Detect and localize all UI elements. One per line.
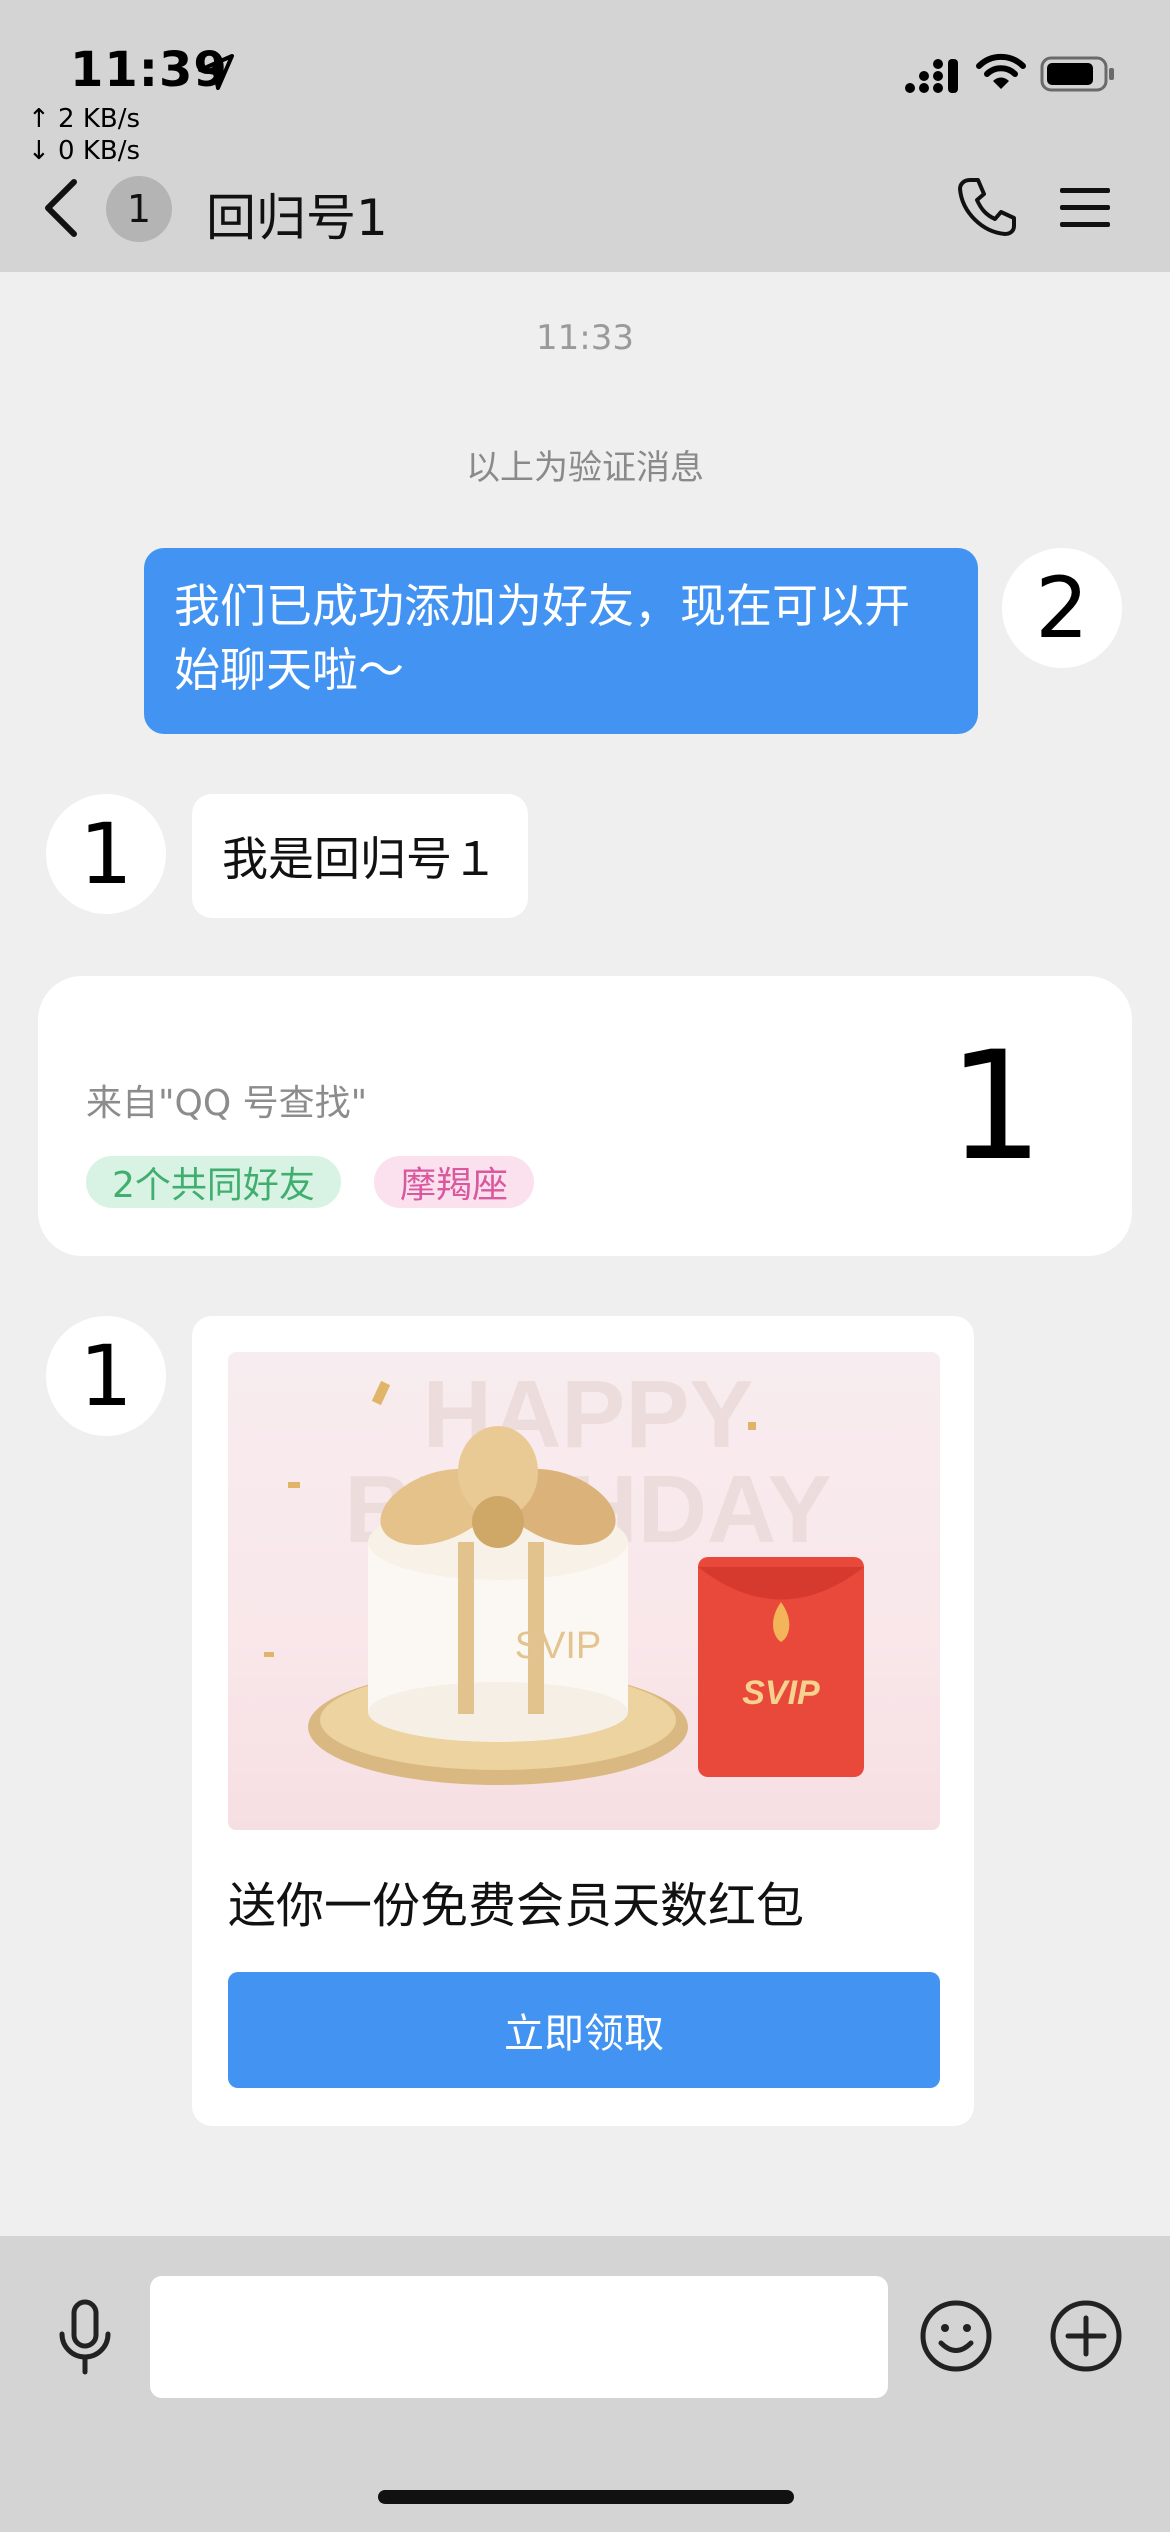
outgoing-message-bubble[interactable]: 我们已成功添加为好友，现在可以开始聊天啦～ xyxy=(144,548,978,734)
birthday-cake-image[interactable]: HAPPY BIRTHDAY SVIP xyxy=(228,1352,940,1830)
cake-illustration: HAPPY BIRTHDAY SVIP xyxy=(264,1361,864,1785)
microphone-icon[interactable] xyxy=(50,2298,120,2378)
net-up-speed: ↑ 2 KB/s xyxy=(28,104,141,134)
home-indicator[interactable] xyxy=(378,2490,794,2504)
location-arrow-icon xyxy=(198,54,234,90)
my-avatar[interactable]: 2 xyxy=(1002,548,1122,668)
envelope-label-svip: SVIP xyxy=(742,1674,820,1712)
profile-card[interactable]: 来自"QQ 号查找" 2个共同好友 摩羯座 1 xyxy=(38,976,1132,1256)
incoming-message-bubble[interactable]: 我是回归号１ xyxy=(192,794,528,918)
profile-source: 来自"QQ 号查找" xyxy=(86,1083,368,1124)
wifi-icon xyxy=(976,53,1026,89)
chat-title[interactable]: 回归号1 xyxy=(206,178,388,250)
system-message: 以上为验证消息 xyxy=(466,448,704,488)
zodiac-tag: 摩羯座 xyxy=(374,1156,535,1208)
profile-avatar[interactable]: 1 xyxy=(948,1032,1043,1182)
message-input[interactable] xyxy=(150,2276,888,2398)
mutual-friends-tag[interactable]: 2个共同好友 xyxy=(86,1156,341,1208)
net-down-speed: ↓ 0 KB/s xyxy=(28,136,141,166)
gift-message-card[interactable]: HAPPY BIRTHDAY SVIP xyxy=(192,1316,974,2126)
top-bar: 11:39 ↑ 2 KB/s ↓ 0 KB/s 1 回归号1 xyxy=(0,0,1170,272)
back-icon[interactable] xyxy=(40,176,88,240)
unread-count-badge[interactable]: 1 xyxy=(106,176,172,242)
battery-icon xyxy=(1040,56,1114,92)
signal-icon xyxy=(905,59,958,93)
message-timestamp: 11:33 xyxy=(536,318,634,358)
menu-icon[interactable] xyxy=(1058,184,1112,232)
contact-avatar[interactable]: 1 xyxy=(46,1316,166,1436)
contact-avatar[interactable]: 1 xyxy=(46,794,166,914)
input-bar xyxy=(0,2236,1170,2532)
emoji-icon[interactable] xyxy=(918,2298,994,2374)
gift-title: 送你一份免费会员天数红包 xyxy=(228,1878,805,1934)
plus-icon[interactable] xyxy=(1048,2298,1124,2374)
cake-label-svip: SVIP xyxy=(515,1625,602,1667)
claim-now-button[interactable]: 立即领取 xyxy=(228,1972,940,2088)
phone-icon[interactable] xyxy=(956,176,1018,238)
